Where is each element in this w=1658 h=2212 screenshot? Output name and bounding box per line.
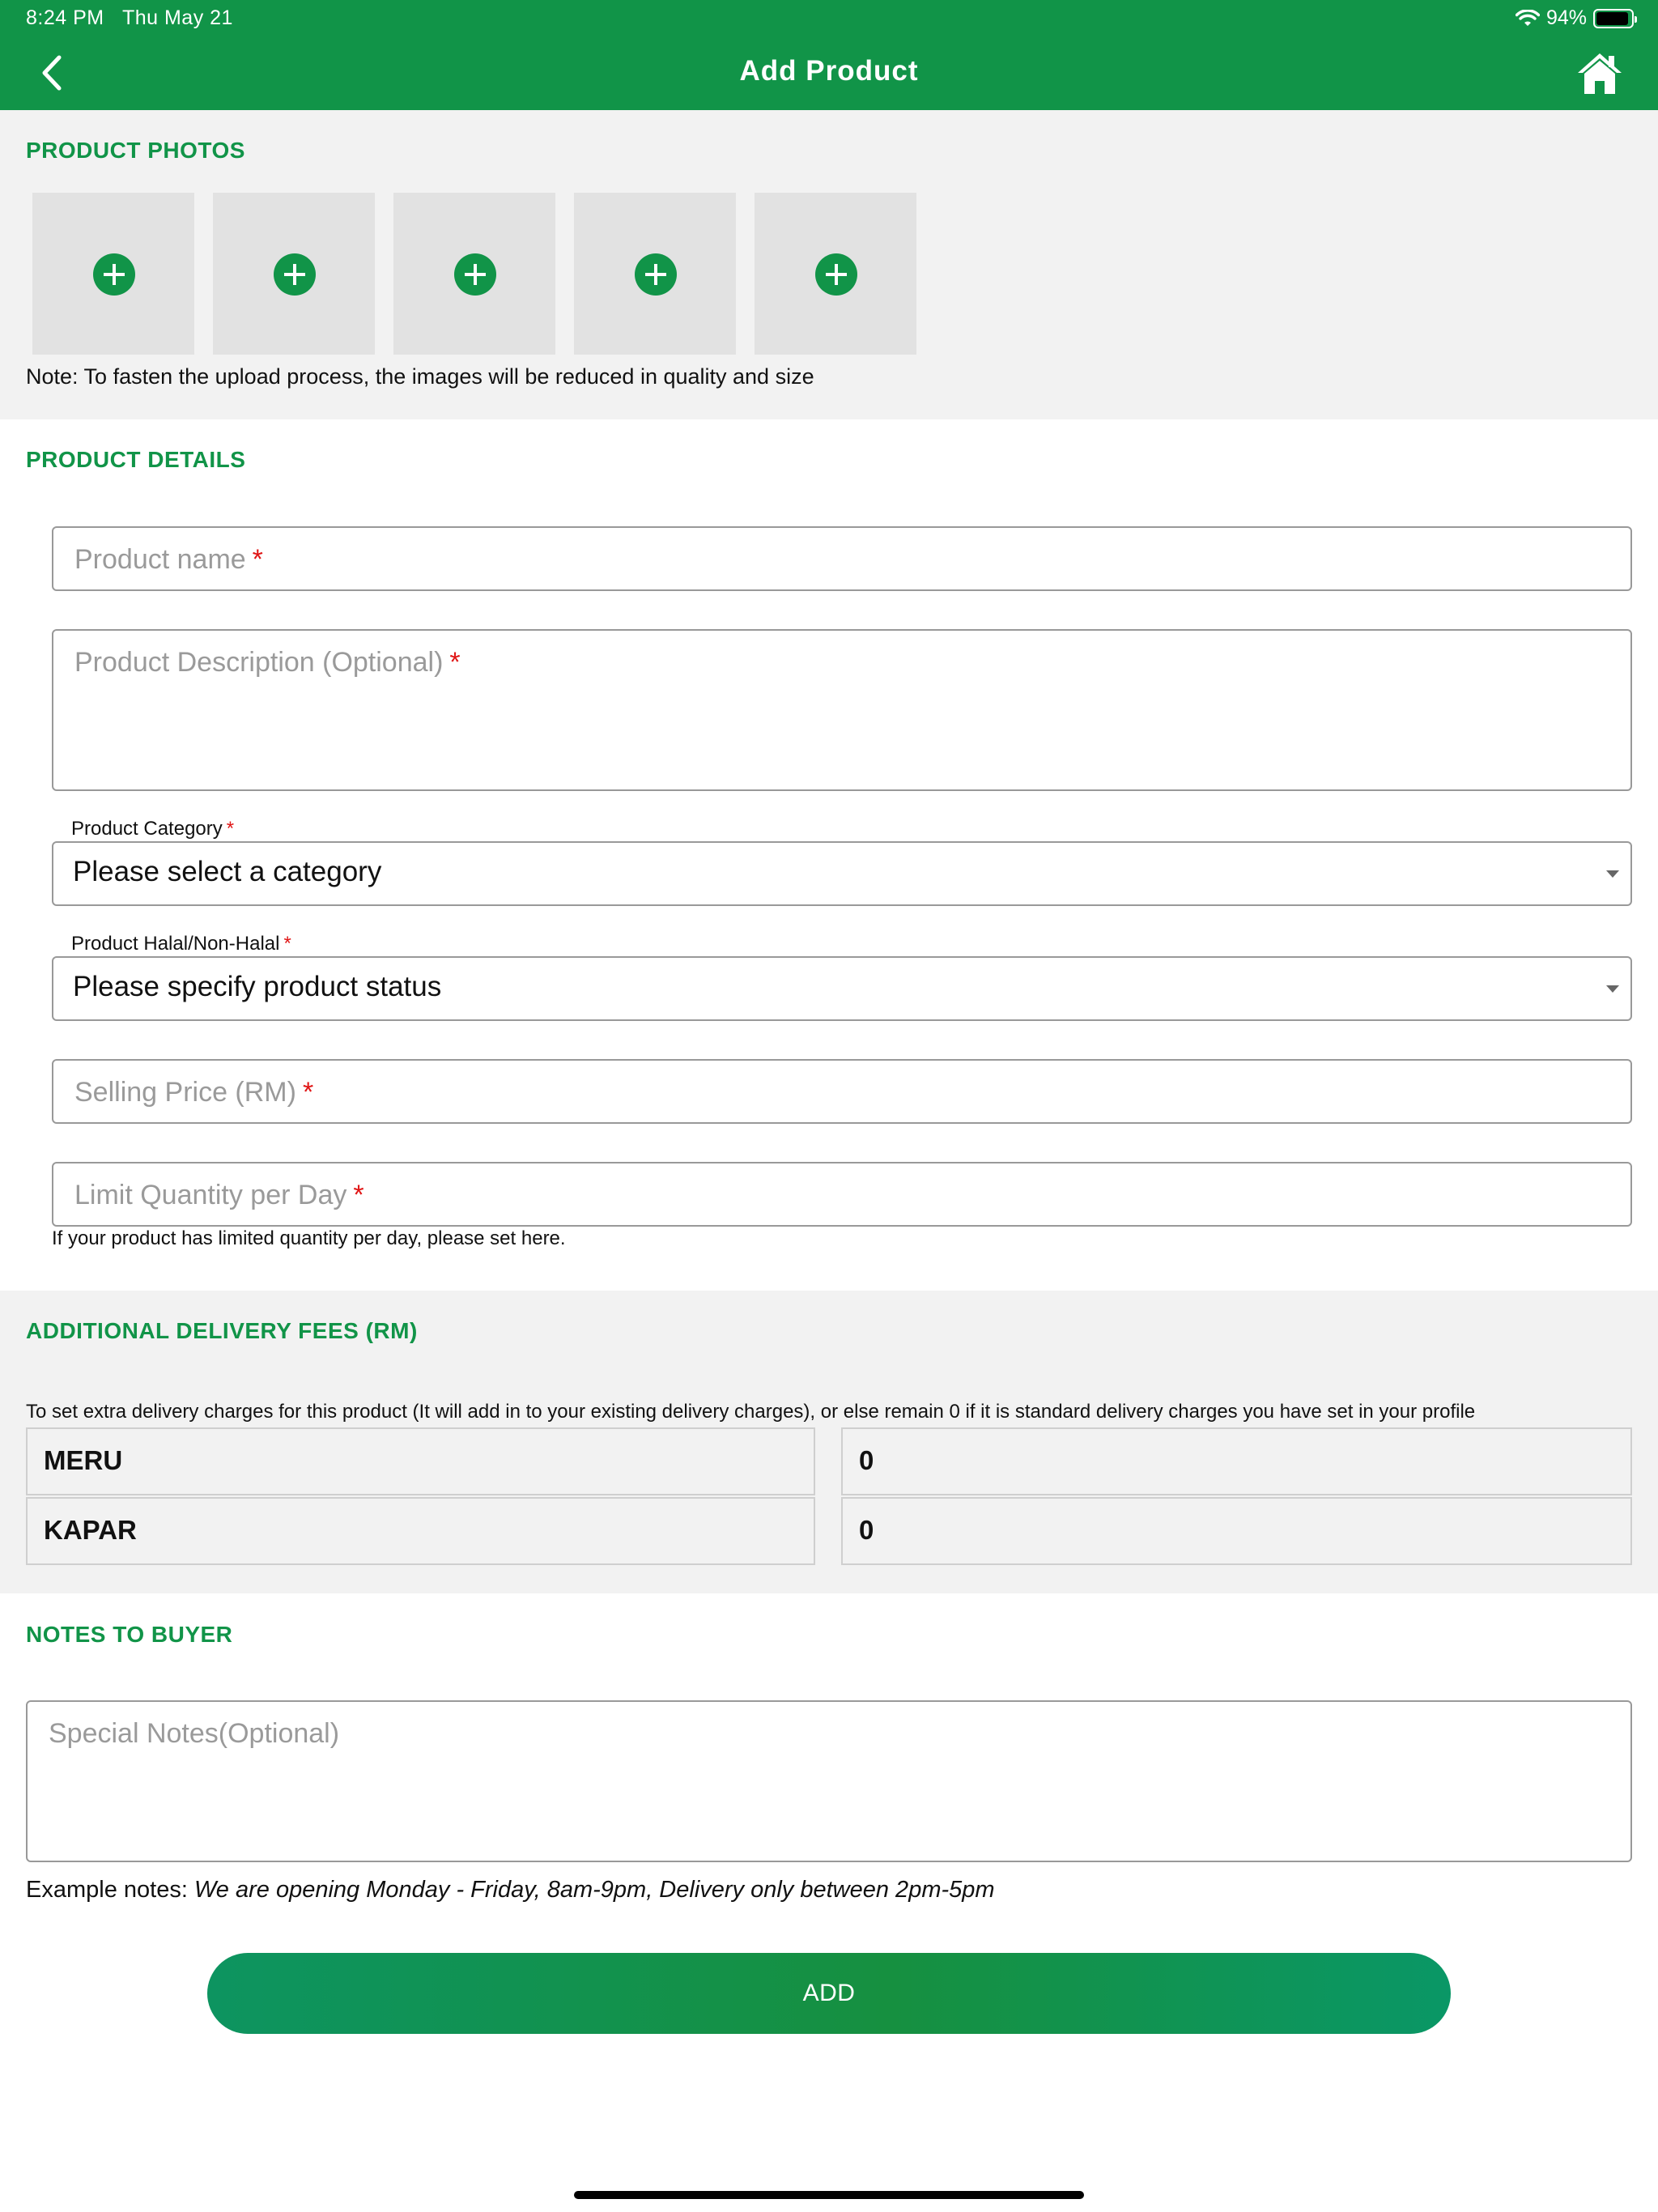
- product-description-placeholder-text: Product Description (Optional): [74, 647, 444, 678]
- status-time-text: 8:24 PM: [26, 6, 104, 29]
- product-category-value: Please select a category: [73, 856, 382, 887]
- home-indicator[interactable]: [574, 2191, 1084, 2199]
- status-time: 8:24 PM Thu May 21: [26, 6, 233, 30]
- add-photo-icon: [454, 253, 496, 296]
- limit-quantity-placeholder-text: Limit Quantity per Day: [74, 1180, 347, 1210]
- product-halal-label-text: Product Halal/Non-Halal: [71, 933, 280, 955]
- app-header: 8:24 PM Thu May 21 94% Add Product: [0, 0, 1658, 110]
- product-halal-select[interactable]: Please specify product status: [52, 956, 1632, 1021]
- notes-example-label: Example notes:: [26, 1877, 188, 1903]
- product-details-title: PRODUCT DETAILS: [26, 447, 246, 472]
- delivery-fee-value: 0: [859, 1445, 874, 1475]
- limit-quantity-input[interactable]: Limit Quantity per Day *: [52, 1162, 1632, 1227]
- notes-example-text: We are opening Monday - Friday, 8am-9pm,…: [193, 1877, 995, 1903]
- battery-level: [1596, 11, 1629, 25]
- product-description-input[interactable]: Product Description (Optional) *: [52, 629, 1632, 791]
- battery-percent: 94%: [1545, 6, 1587, 29]
- product-category-label: Product Category *: [71, 818, 234, 840]
- required-mark: *: [302, 1077, 314, 1108]
- photo-slot-3[interactable]: [393, 193, 555, 355]
- product-halal-value: Please specify product status: [73, 971, 442, 1002]
- required-mark: *: [353, 1180, 364, 1210]
- selling-price-placeholder: Selling Price (RM) *: [74, 1077, 313, 1108]
- product-category-select[interactable]: Please select a category: [52, 841, 1632, 906]
- product-halal-label: Product Halal/Non-Halal *: [71, 933, 291, 955]
- notes-to-buyer-title: NOTES TO BUYER: [26, 1622, 233, 1647]
- add-photo-icon: [274, 253, 316, 296]
- delivery-area-name: KAPAR: [44, 1515, 137, 1545]
- required-mark: *: [226, 818, 235, 840]
- product-name-placeholder: Product name *: [74, 544, 263, 576]
- limit-quantity-help: If your product has limited quantity per…: [52, 1227, 566, 1249]
- add-photo-icon: [815, 253, 857, 296]
- delivery-area-name: MERU: [44, 1445, 123, 1475]
- limit-quantity-placeholder: Limit Quantity per Day *: [74, 1180, 364, 1211]
- required-mark: *: [252, 544, 263, 575]
- delivery-fee-value: 0: [859, 1515, 874, 1545]
- delivery-fees-title: ADDITIONAL DELIVERY FEES (RM): [26, 1318, 418, 1343]
- delivery-fee-input[interactable]: 0: [841, 1427, 1632, 1495]
- delivery-area-cell: KAPAR: [26, 1497, 815, 1565]
- required-mark: *: [283, 933, 291, 955]
- add-photo-icon: [635, 253, 677, 296]
- home-icon: [1578, 53, 1622, 94]
- photo-slot-5[interactable]: [755, 193, 916, 355]
- page-title: Add Product: [739, 55, 919, 87]
- add-product-button[interactable]: ADD: [207, 1953, 1451, 2034]
- selling-price-input[interactable]: Selling Price (RM) *: [52, 1059, 1632, 1124]
- add-photo-icon: [93, 253, 135, 296]
- required-mark: *: [449, 647, 461, 678]
- caret-down-icon: [1606, 985, 1619, 993]
- home-button[interactable]: [1574, 47, 1626, 99]
- product-name-placeholder-text: Product name: [74, 544, 246, 575]
- delivery-fees-description: To set extra delivery charges for this p…: [26, 1401, 1476, 1423]
- special-notes-input[interactable]: Special Notes(Optional): [26, 1700, 1632, 1862]
- product-photos-title: PRODUCT PHOTOS: [26, 138, 245, 163]
- selling-price-placeholder-text: Selling Price (RM): [74, 1077, 296, 1108]
- special-notes-placeholder: Special Notes(Optional): [49, 1718, 340, 1749]
- photo-slot-2[interactable]: [213, 193, 375, 355]
- caret-down-icon: [1606, 870, 1619, 878]
- notes-example: Example notes: We are opening Monday - F…: [26, 1877, 995, 1904]
- status-indicators: 94%: [1515, 6, 1637, 30]
- delivery-fee-input[interactable]: 0: [841, 1497, 1632, 1565]
- status-date-text: Thu May 21: [121, 6, 233, 29]
- delivery-area-cell: MERU: [26, 1427, 815, 1495]
- photo-slot-4[interactable]: [574, 193, 736, 355]
- photo-upload-note: Note: To fasten the upload process, the …: [26, 364, 814, 389]
- product-category-label-text: Product Category: [71, 818, 223, 840]
- product-description-placeholder: Product Description (Optional) *: [74, 647, 461, 678]
- product-name-input[interactable]: Product name *: [52, 526, 1632, 591]
- photo-slot-1[interactable]: [32, 193, 194, 355]
- battery-icon: [1593, 8, 1637, 28]
- wifi-icon: [1515, 9, 1540, 26]
